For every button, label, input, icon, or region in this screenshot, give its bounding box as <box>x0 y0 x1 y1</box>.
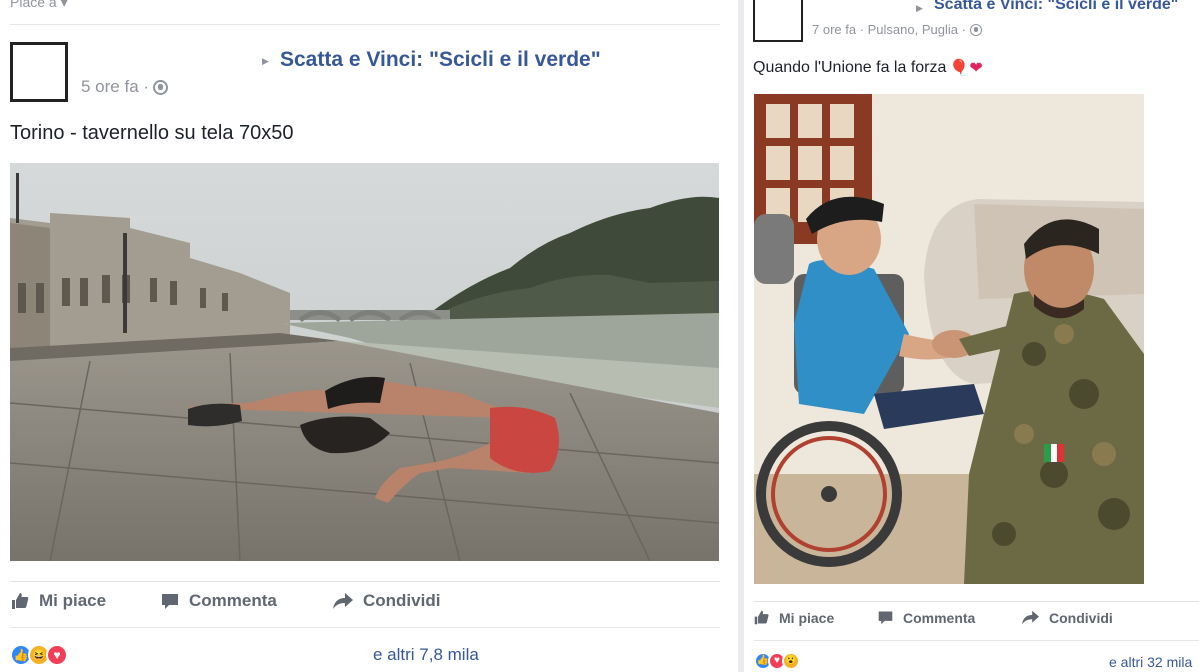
page-link[interactable]: Scatta e Vinci: "Scicli e il verde" <box>280 48 601 72</box>
actions-divider-top <box>10 581 720 582</box>
liked-by-header: Piace a ▾ <box>10 0 68 10</box>
reaction-count[interactable]: e altri 32 mila <box>1109 654 1192 670</box>
post-right: ▶ Scatta e Vinci: "Scicli e il verde" 7 … <box>744 0 1199 672</box>
love-reaction-icon: ♥ <box>46 644 68 666</box>
share-button[interactable]: Condividi <box>332 591 440 611</box>
globe-icon <box>153 79 169 95</box>
globe-icon <box>969 23 982 36</box>
avatar[interactable] <box>10 42 68 102</box>
like-label: Mi piace <box>779 609 835 626</box>
share-icon <box>1022 610 1039 625</box>
wow-reaction-icon: 😮 <box>782 652 800 670</box>
share-label: Condividi <box>1049 609 1113 626</box>
post-meta: 7 ore fa · Pulsano, Puglia · <box>812 22 982 37</box>
share-arrow-icon: ▶ <box>916 3 923 13</box>
timestamp-location[interactable]: 7 ore fa · Pulsano, Puglia · <box>812 22 966 37</box>
post-photo[interactable] <box>10 163 719 561</box>
avatar[interactable] <box>753 0 803 42</box>
share-label: Condividi <box>363 591 441 610</box>
caption-text: Quando l'Unione fa la forza <box>753 59 947 76</box>
comment-icon <box>878 611 893 625</box>
thumbs-up-icon <box>754 610 769 625</box>
comment-button[interactable]: Commenta <box>160 591 332 611</box>
photo-riverside-man-lying <box>10 163 719 561</box>
share-icon <box>333 593 353 609</box>
post-left: Piace a ▾ ▶ Scatta e Vinci: "Scicli e il… <box>0 0 738 672</box>
post-meta: 5 ore fa · <box>81 77 169 97</box>
comment-label: Commenta <box>189 591 277 610</box>
post-actions: Mi piace Commenta Condividi <box>10 591 440 611</box>
comment-button[interactable]: Commenta <box>877 609 1021 626</box>
reaction-count[interactable]: e altri 7,8 mila <box>373 645 479 665</box>
like-label: Mi piace <box>39 591 107 610</box>
timestamp[interactable]: 5 ore fa · <box>81 77 149 97</box>
post-caption: Quando l'Unione fa la forza 🎈❤ <box>753 58 983 78</box>
reaction-icons[interactable]: 👍 ♥ 😮 <box>754 652 800 670</box>
like-button[interactable]: Mi piace <box>10 591 160 611</box>
post-actions: Mi piace Commenta Condividi <box>753 609 1113 626</box>
actions-divider-bottom <box>10 627 720 628</box>
header-divider <box>10 24 720 25</box>
share-arrow-icon: ▶ <box>262 56 269 66</box>
post-photo[interactable] <box>754 94 1144 584</box>
comment-icon <box>162 594 178 609</box>
actions-divider-top <box>754 601 1199 602</box>
reaction-icons[interactable]: 👍 😆 ♥ <box>10 644 68 666</box>
like-button[interactable]: Mi piace <box>753 609 877 626</box>
post-caption: Torino - tavernello su tela 70x50 <box>10 122 294 144</box>
comment-label: Commenta <box>903 609 976 626</box>
balloon-heart-emoji: 🎈❤ <box>949 60 983 77</box>
page-link[interactable]: Scatta e Vinci: "Scicli e il verde" <box>934 0 1178 14</box>
share-button[interactable]: Condividi <box>1021 609 1113 626</box>
thumbs-up-icon <box>12 593 29 609</box>
actions-divider-bottom <box>754 640 1199 641</box>
photo-soldier-wheelchair-handshake <box>754 94 1144 584</box>
